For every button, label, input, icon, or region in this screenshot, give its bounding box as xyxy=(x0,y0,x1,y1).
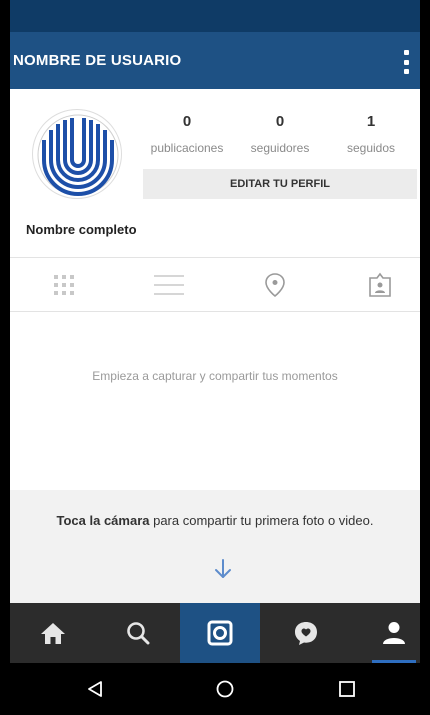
profile-avatar[interactable] xyxy=(32,109,122,199)
system-back-button[interactable] xyxy=(65,663,125,715)
nav-search[interactable] xyxy=(98,603,178,663)
profile-tabs xyxy=(10,257,420,312)
tagged-person-icon xyxy=(369,272,391,297)
phone-screen: NOMBRE DE USUARIO 0 publicaciones 0 segu… xyxy=(10,0,420,715)
stat-value: 1 xyxy=(366,113,376,130)
grid-icon xyxy=(54,275,74,295)
full-name: Nombre completo xyxy=(26,222,137,237)
activity-icon xyxy=(295,622,317,645)
stat-value: 0 xyxy=(275,113,285,130)
home-circle-icon xyxy=(216,680,234,698)
empty-state-message: Empieza a capturar y compartir tus momen… xyxy=(92,369,338,383)
stat-label: publicaciones xyxy=(150,141,224,155)
tab-location[interactable] xyxy=(245,258,305,312)
stat-seguidores[interactable]: 0 seguidores xyxy=(241,113,319,155)
system-home-button[interactable] xyxy=(195,663,255,715)
nav-profile[interactable] xyxy=(354,603,420,663)
tab-tagged[interactable] xyxy=(350,258,410,312)
profile-header: 0 publicaciones 0 seguidores 1 seguidos … xyxy=(10,89,420,259)
location-pin-icon xyxy=(265,273,285,298)
stat-value: 0 xyxy=(182,113,192,130)
stat-publicaciones[interactable]: 0 publicaciones xyxy=(143,113,231,155)
profile-icon xyxy=(383,622,405,644)
stat-label: seguidores xyxy=(250,141,310,155)
arrow-down-icon xyxy=(214,558,232,585)
nav-activity[interactable] xyxy=(266,603,346,663)
recents-square-icon xyxy=(339,681,355,697)
avatar-logo-icon xyxy=(37,114,119,196)
app-bar: NOMBRE DE USUARIO xyxy=(10,32,420,89)
back-triangle-icon xyxy=(88,681,102,697)
search-icon xyxy=(127,622,150,645)
camera-hint: Toca la cámara para compartir tu primera… xyxy=(10,490,420,603)
camera-hint-rest: para compartir tu primera foto o video. xyxy=(149,513,374,528)
stat-seguidos[interactable]: 1 seguidos xyxy=(342,113,400,155)
home-icon xyxy=(41,623,65,644)
more-options-icon[interactable] xyxy=(404,50,410,74)
nav-home[interactable] xyxy=(13,603,93,663)
list-icon xyxy=(154,275,184,295)
username-title: NOMBRE DE USUARIO xyxy=(13,52,182,69)
tab-grid[interactable] xyxy=(34,258,94,312)
camera-hint-bold: Toca la cámara xyxy=(56,513,150,528)
edit-profile-button[interactable]: EDITAR TU PERFIL xyxy=(143,169,417,199)
status-bar xyxy=(10,0,420,32)
nav-camera[interactable] xyxy=(180,603,260,663)
stat-label: seguidos xyxy=(346,141,396,155)
system-recents-button[interactable] xyxy=(317,663,377,715)
camera-hint-text: Toca la cámara para compartir tu primera… xyxy=(50,512,380,529)
system-navigation-bar xyxy=(10,663,420,715)
camera-icon xyxy=(207,620,233,646)
bottom-navigation xyxy=(10,603,420,663)
tab-list[interactable] xyxy=(139,258,199,312)
